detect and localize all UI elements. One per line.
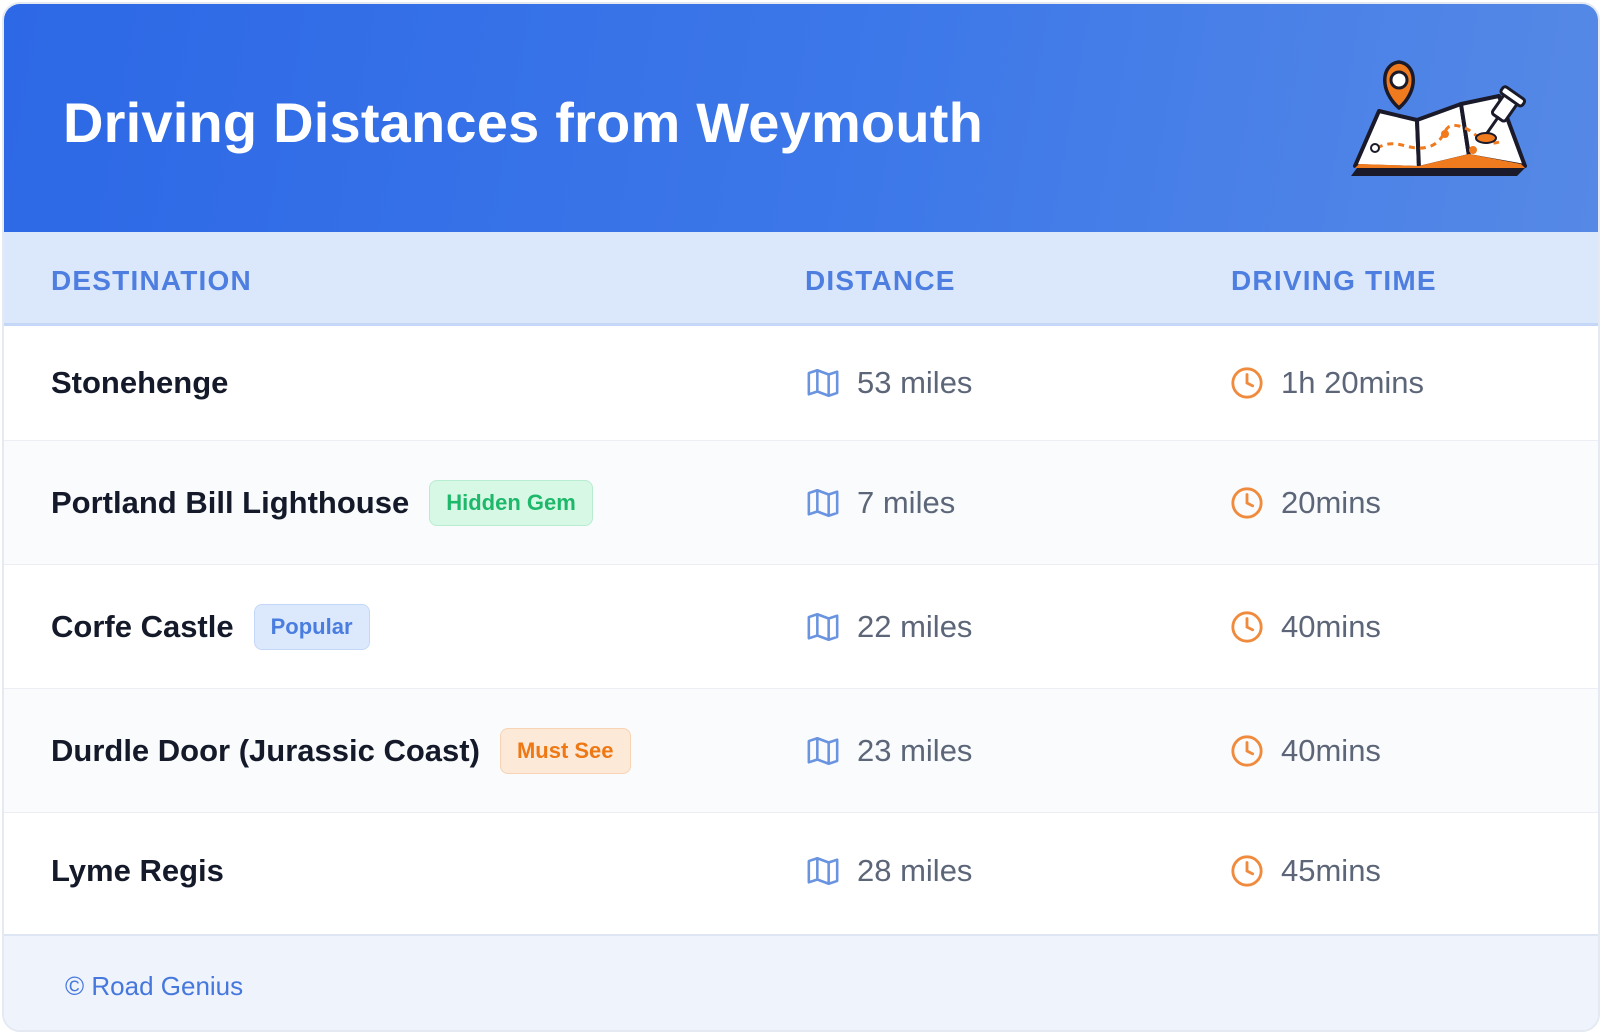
distance-value: 28 miles xyxy=(857,852,973,888)
map-icon xyxy=(807,736,839,765)
column-header-distance: DISTANCE xyxy=(805,265,956,296)
time-value: 1h 20mins xyxy=(1281,365,1425,400)
distance-value: 23 miles xyxy=(857,732,973,768)
distance-value: 22 miles xyxy=(857,608,973,644)
destination-cell: Durdle Door (Jurassic Coast) Must See xyxy=(51,689,631,812)
destination-name: Portland Bill Lighthouse xyxy=(51,484,410,520)
table-row: Corfe Castle Popular 22 miles 40mins xyxy=(4,565,1598,689)
footer-credit: © Road Genius xyxy=(65,971,244,1001)
status-badge: Must See xyxy=(499,727,631,774)
table-row: Stonehenge 53 miles 1h 20mins xyxy=(4,326,1598,441)
time-cell: 1h 20mins xyxy=(1230,326,1424,440)
time-cell: 40mins xyxy=(1230,565,1381,688)
time-cell: 45mins xyxy=(1230,813,1381,928)
status-badge: Popular xyxy=(253,603,370,650)
distance-table-card: Driving Distances from Weymouth DESTINAT… xyxy=(2,2,1600,1032)
time-value: 45mins xyxy=(1281,852,1381,888)
map-icon xyxy=(807,368,839,398)
time-cell: 20mins xyxy=(1230,441,1381,564)
clock-icon xyxy=(1231,734,1263,767)
map-icon xyxy=(807,856,839,885)
time-value: 40mins xyxy=(1281,732,1381,768)
distance-cell: 53 miles xyxy=(806,326,972,440)
clock-icon xyxy=(1231,486,1263,519)
destination-cell: Portland Bill Lighthouse Hidden Gem xyxy=(51,441,593,564)
map-icon xyxy=(807,488,839,517)
table-column-headers: DESTINATION DISTANCE DRIVING TIME xyxy=(4,232,1598,326)
page-title: Driving Distances from Weymouth xyxy=(63,91,984,154)
distance-cell: 28 miles xyxy=(806,813,972,928)
time-value: 20mins xyxy=(1281,484,1381,520)
distance-value: 53 miles xyxy=(857,365,973,400)
destination-cell: Stonehenge xyxy=(51,326,228,440)
clock-icon xyxy=(1231,610,1263,643)
footer: © Road Genius xyxy=(4,934,1598,1030)
destination-name: Lyme Regis xyxy=(51,852,224,888)
time-cell: 40mins xyxy=(1230,689,1381,812)
destination-cell: Lyme Regis xyxy=(51,813,224,928)
time-value: 40mins xyxy=(1281,608,1381,644)
clock-icon xyxy=(1231,854,1263,887)
map-icon xyxy=(807,612,839,641)
distance-value: 7 miles xyxy=(857,484,956,520)
folded-map-with-pin-icon xyxy=(1351,60,1527,176)
table-row: Lyme Regis 28 miles 45mins xyxy=(4,813,1598,928)
table-row: Durdle Door (Jurassic Coast) Must See 23… xyxy=(4,689,1598,813)
distance-cell: 22 miles xyxy=(806,565,972,688)
destination-name: Stonehenge xyxy=(51,365,229,400)
table-row: Portland Bill Lighthouse Hidden Gem 7 mi… xyxy=(4,441,1598,565)
destination-cell: Corfe Castle Popular xyxy=(51,565,370,688)
column-header-driving-time: DRIVING TIME xyxy=(1231,265,1437,296)
table-body: Stonehenge 53 miles 1h 20mins Portland B… xyxy=(4,326,1598,928)
header-banner: Driving Distances from Weymouth xyxy=(4,4,1598,232)
destination-name: Durdle Door (Jurassic Coast) xyxy=(51,732,480,768)
distance-cell: 7 miles xyxy=(806,441,955,564)
column-header-destination: DESTINATION xyxy=(51,265,252,296)
clock-icon xyxy=(1231,367,1263,399)
distance-cell: 23 miles xyxy=(806,689,972,812)
status-badge: Hidden Gem xyxy=(429,479,593,526)
destination-name: Corfe Castle xyxy=(51,608,234,644)
